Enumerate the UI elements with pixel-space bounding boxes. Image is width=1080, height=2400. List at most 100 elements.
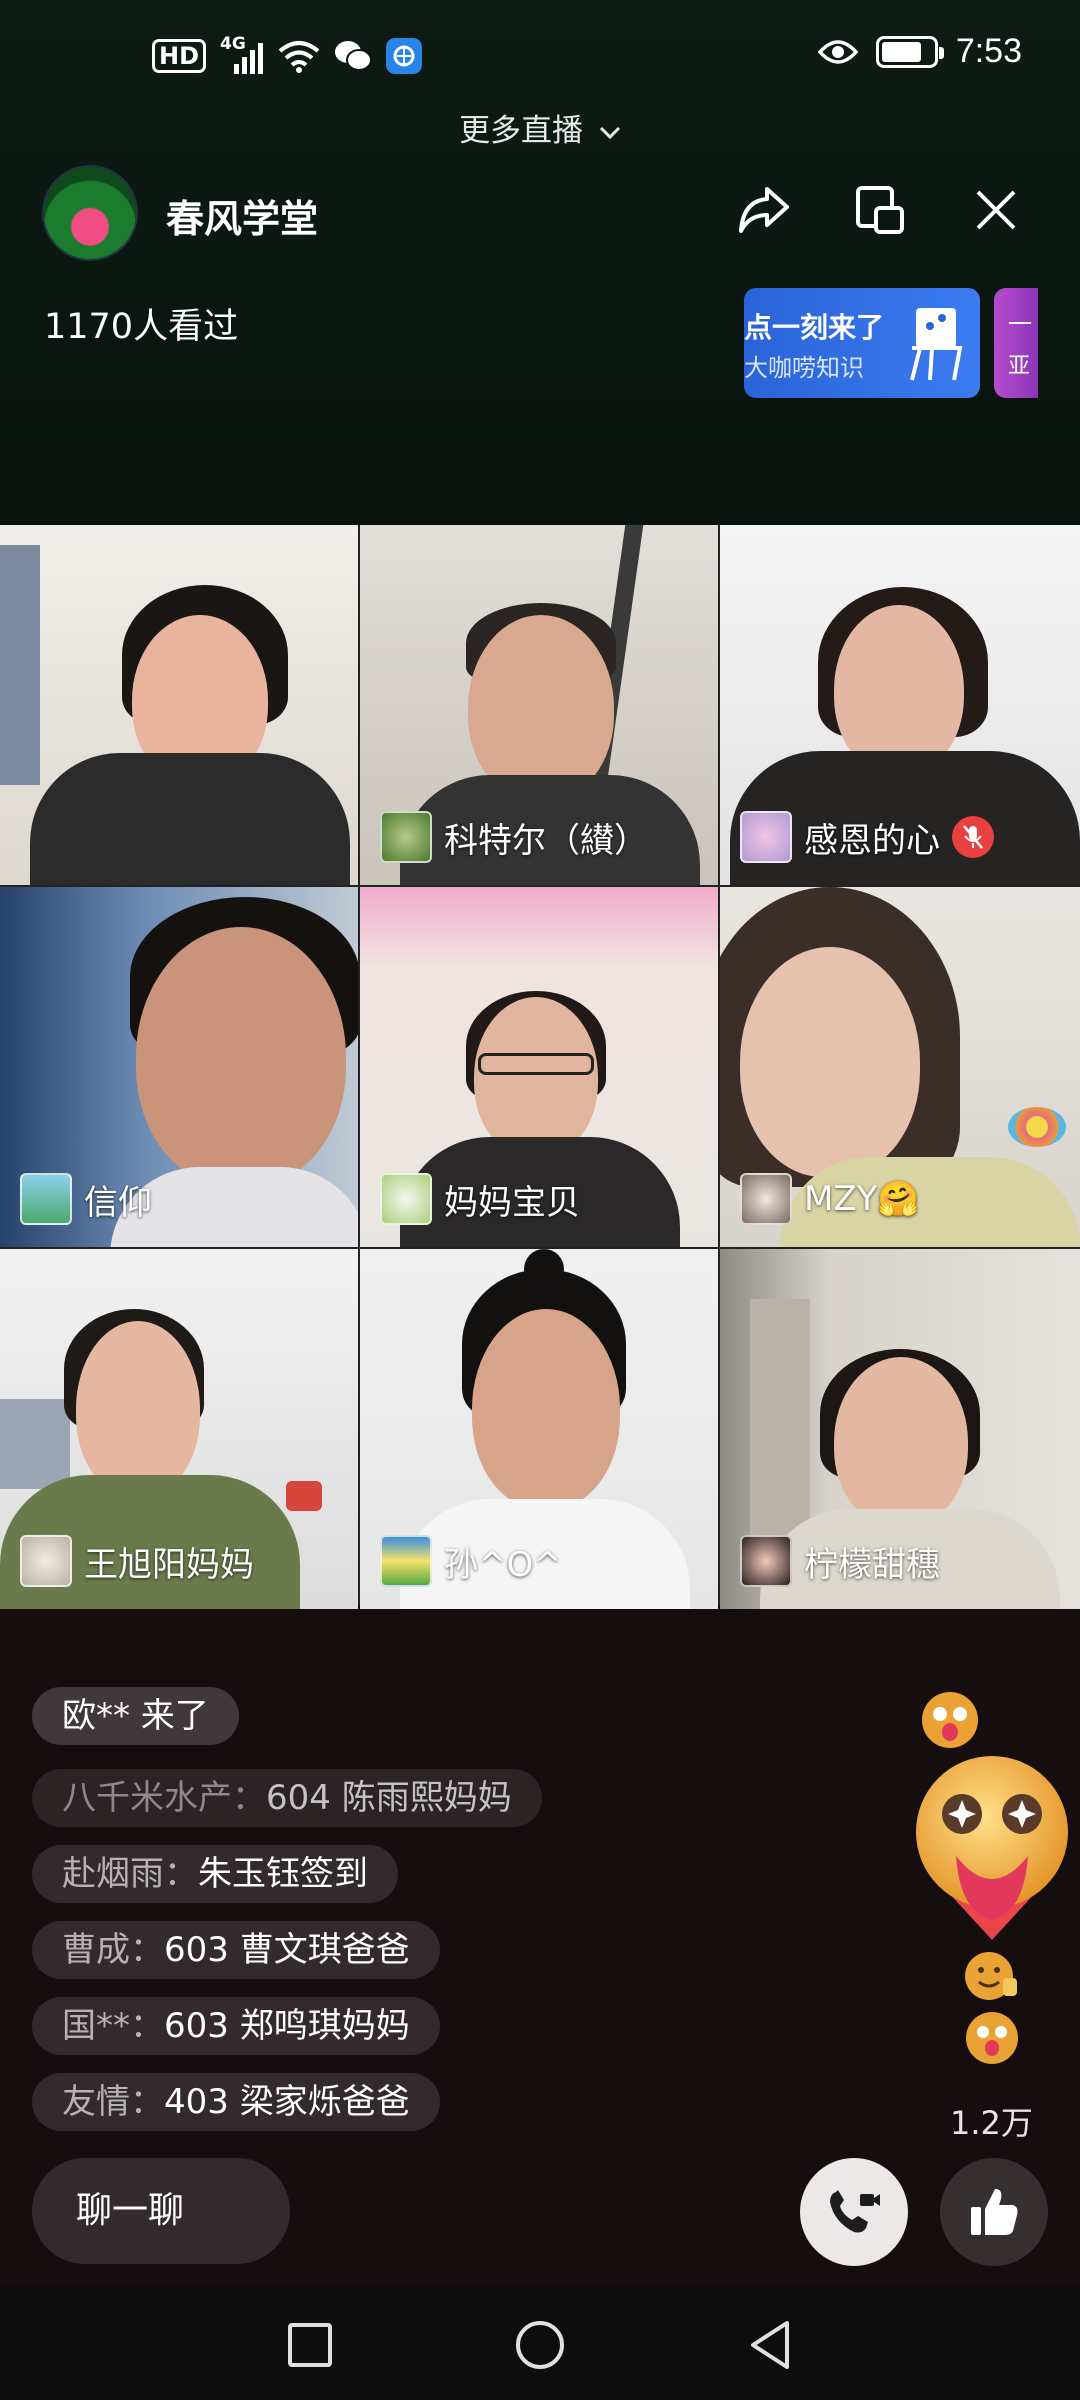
promo-banner[interactable]: 点一刻来了 大咖唠知识 (744, 288, 980, 398)
video-call-button[interactable] (800, 2158, 908, 2266)
more-live-label: 更多直播 (459, 113, 584, 149)
live-header-area: HD 4G 7:53 更多直播 春风学堂 1170人看过 点一刻来了 大咖唠知识… (0, 0, 1080, 525)
participant-name: MZY🤗 (804, 1179, 920, 1219)
video-grid: 科特尔（纉） 感恩的心 信仰 妈妈宝贝 MZY🤗 王旭阳妈妈 孙^O^ 柠檬甜穗 (0, 525, 1080, 1609)
participant-name: 信仰 (84, 1182, 152, 1223)
comment-user: 国**： (62, 2006, 164, 2046)
thumbs-emoji-icon (965, 1952, 1017, 2000)
comment-text: 604 陈雨熙妈妈 (266, 1778, 512, 1818)
comment-item[interactable]: 八千米水产：604 陈雨熙妈妈 (32, 1769, 542, 1827)
share-button[interactable] (732, 178, 796, 242)
video-tile-participant[interactable]: 妈妈宝贝 (360, 887, 718, 1247)
share-icon (739, 187, 789, 233)
video-tile-participant[interactable]: 感恩的心 (720, 525, 1080, 885)
like-button[interactable] (940, 2158, 1048, 2266)
battery-icon (875, 35, 944, 68)
promo-banner-2-title: 一 (1008, 310, 1032, 338)
host-avatar[interactable] (42, 165, 138, 261)
hair-bun (524, 1249, 564, 1289)
eye-icon (817, 39, 858, 64)
participant-name-tag: 王旭阳妈妈 (20, 1535, 254, 1587)
participant-avatar (740, 1173, 792, 1225)
floating-window-button[interactable] (848, 178, 912, 242)
video-tile-participant[interactable]: 王旭阳妈妈 (0, 1249, 358, 1609)
join-notice: 欧** 来了 (32, 1687, 239, 1745)
status-bar: HD 4G 7:53 (0, 0, 1080, 120)
recent-apps-button[interactable] (280, 2315, 340, 2375)
thumbs-up-icon (971, 2189, 1018, 2235)
home-button[interactable] (510, 2315, 570, 2375)
video-tile-participant[interactable]: MZY🤗 (720, 887, 1080, 1247)
video-tile-participant[interactable]: 柠檬甜穗 (720, 1249, 1080, 1609)
video-tile-host[interactable] (0, 525, 358, 885)
promo-banner-2-subtitle: 亚 (1008, 354, 1031, 379)
star-eyes-emoji-small-icon (966, 2012, 1018, 2064)
participant-name: 柠檬甜穗 (804, 1544, 940, 1585)
participant-name-tag: 信仰 (20, 1173, 152, 1225)
window (0, 1399, 70, 1489)
window-frame (0, 545, 40, 785)
participant-avatar (20, 1173, 72, 1225)
flower-decoration (1008, 1107, 1066, 1147)
top-actions (732, 178, 1028, 242)
system-nav-bar (0, 2285, 1080, 2400)
close-button[interactable] (964, 178, 1028, 242)
participant-name: 孙^O^ (444, 1544, 562, 1585)
chat-input[interactable]: 聊一聊 (32, 2158, 290, 2264)
comment-text: 朱玉钰签到 (198, 1854, 368, 1894)
chevron-down-icon (599, 126, 620, 139)
participant-name: 王旭阳妈妈 (84, 1544, 254, 1585)
home-icon (516, 2321, 564, 2369)
participant-name: 感恩的心 (804, 820, 940, 861)
promo-banner-subtitle: 大咖唠知识 (744, 354, 864, 382)
participant-name-tag: 感恩的心 (740, 811, 994, 863)
comment-item[interactable]: 曹成：603 曹文琪爸爸 (32, 1921, 440, 1979)
chat-input-placeholder: 聊一聊 (76, 2190, 185, 2231)
more-live-dropdown[interactable]: 更多直播 (0, 105, 1080, 150)
participant-avatar (380, 811, 432, 863)
promo-banner-2[interactable]: 一 亚 (994, 288, 1038, 398)
join-notice-text: 欧** 来了 (62, 1696, 209, 1736)
phone-video-icon (830, 2190, 880, 2233)
comment-item[interactable]: 国**：603 郑鸣琪妈妈 (32, 1997, 440, 2055)
star-eyes-emoji-icon (922, 1692, 978, 1748)
participant-avatar (20, 1535, 72, 1587)
video-tile-participant[interactable]: 孙^O^ (360, 1249, 718, 1609)
like-count: 1.2万 (950, 2104, 1033, 2142)
signal-icon: 4G (220, 34, 264, 74)
participant-name-tag: MZY🤗 (740, 1173, 920, 1225)
comment-item[interactable]: 赴烟雨：朱玉钰签到 (32, 1845, 398, 1903)
participant-name: 妈妈宝贝 (444, 1182, 580, 1223)
participant-avatar (740, 1535, 792, 1587)
comment-user: 曹成： (62, 1930, 164, 1970)
wechat-icon (335, 41, 373, 71)
chair-illustration-icon (910, 308, 963, 381)
video-tile-participant[interactable]: 信仰 (0, 887, 358, 1247)
host-name[interactable]: 春风学堂 (166, 188, 318, 243)
wifi-icon (278, 41, 320, 73)
comment-text: 603 曹文琪爸爸 (164, 1930, 410, 1970)
recent-apps-icon (288, 2323, 332, 2367)
participant-name-tag: 孙^O^ (380, 1535, 562, 1587)
comment-text: 603 郑鸣琪妈妈 (164, 2006, 410, 2046)
video-tile-participant[interactable]: 科特尔（纉） (360, 525, 718, 885)
back-button[interactable] (740, 2315, 800, 2375)
back-icon (751, 2321, 789, 2369)
floating-window-icon (856, 186, 904, 234)
participant-avatar (740, 811, 792, 863)
glasses (478, 1053, 594, 1075)
status-left-icons: HD 4G (152, 34, 423, 74)
app-notification-icon (386, 38, 423, 74)
red-object (286, 1481, 322, 1511)
participant-name-tag: 妈妈宝贝 (380, 1173, 580, 1225)
participant-name-tag: 科特尔（纉） (380, 811, 648, 863)
participant-name-tag: 柠檬甜穗 (740, 1535, 940, 1587)
viewer-count: 1170人看过 (44, 307, 239, 347)
comment-text: 403 梁家烁爸爸 (164, 2082, 410, 2122)
comment-item[interactable]: 友情：403 梁家烁爸爸 (32, 2073, 440, 2131)
comment-user: 友情： (62, 2082, 164, 2122)
mic-muted-icon (952, 816, 994, 858)
participant-avatar (380, 1535, 432, 1587)
close-icon (976, 190, 1016, 230)
curtain (750, 1299, 810, 1559)
